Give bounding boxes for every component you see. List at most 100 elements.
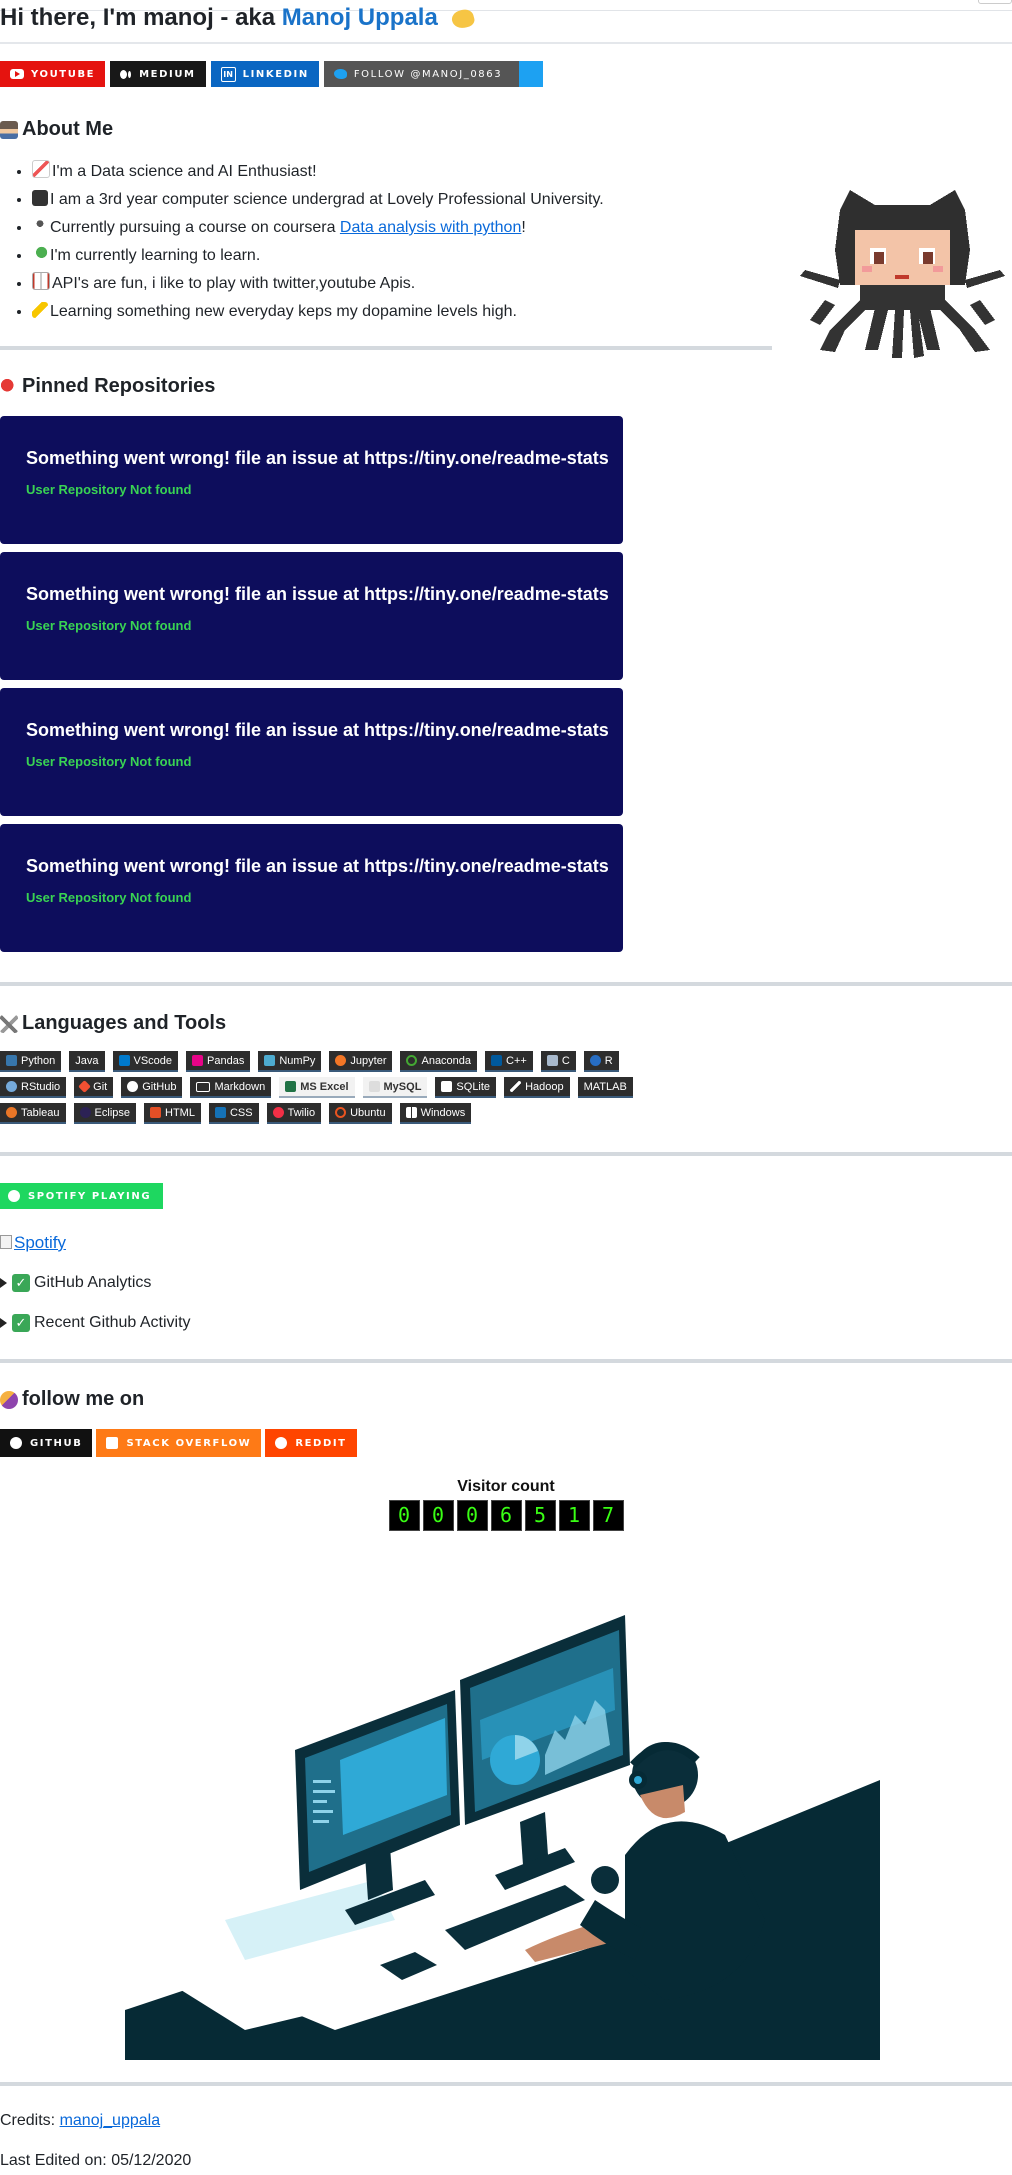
about-item-text: Currently pursuing a course on coursera [50,219,340,236]
follow-badge-label: REDDIT [295,1437,347,1449]
credits-link[interactable]: manoj_uppala [60,2112,161,2129]
greeting-text: Hi there, I'm manoj - aka [0,4,276,31]
github-follow-badge[interactable]: GITHUB [0,1429,93,1457]
pinned-repo-card[interactable]: Something went wrong! file an issue at h… [0,552,623,680]
tool-label: Eclipse [94,1106,131,1119]
medium-badge[interactable]: Medium [110,61,206,87]
section-divider [0,982,1012,986]
tool-label: C [561,1054,570,1067]
chart-increasing-icon [32,160,50,178]
counter-digit: 7 [592,1500,624,1531]
tool-badge-cpp[interactable]: C++ [485,1051,533,1070]
tool-badge-mysql[interactable]: MySQL [362,1077,428,1096]
tool-badge-css[interactable]: CSS [208,1103,259,1122]
pixel-octocat-image [800,190,1005,358]
linkedin-badge[interactable]: in LinkedIn [210,61,319,87]
tool-badge-ms-excel[interactable]: MS Excel [279,1077,355,1096]
tool-badge-jupyter[interactable]: Jupyter [329,1051,393,1070]
twitter-follow-badge[interactable]: Follow @manoj_0863 [323,61,544,87]
windows-icon [405,1107,417,1118]
tool-label: CSS [229,1106,253,1119]
tool-badge-markdown[interactable]: Markdown [190,1077,272,1096]
follow-badge-label: STACK OVERFLOW [126,1437,252,1449]
list-item: API's are fun, i like to play with twitt… [32,270,604,298]
check-mark-icon: ✓ [12,1274,30,1292]
git-icon [78,1080,92,1093]
about-heading-text: About Me [22,118,114,140]
tool-badge-eclipse[interactable]: Eclipse [73,1103,137,1122]
tool-badge-git[interactable]: Git [74,1077,114,1096]
youtube-icon [10,69,24,79]
github-analytics-toggle[interactable]: ✓ GitHub Analytics [0,1274,151,1292]
mysql-icon [368,1081,380,1092]
last-edited-text: Last Edited on: 05/12/2020 [0,2152,192,2169]
youtube-badge[interactable]: YouTube [0,61,106,87]
tool-badge-twilio[interactable]: Twilio [266,1103,322,1122]
github-icon [10,1437,22,1449]
pinned-repo-card[interactable]: Something went wrong! file an issue at h… [0,824,623,952]
waving-hand-icon [450,7,477,31]
surfer-icon [0,1390,18,1409]
follow-heading-text: follow me on [22,1388,145,1410]
medium-icon [120,69,132,79]
tool-badge-rstudio[interactable]: RStudio [0,1077,67,1096]
tool-badge-numpy[interactable]: NumPy [258,1051,322,1070]
tool-label: MS Excel [300,1080,349,1093]
spotify-image[interactable]: Spotify [0,1233,66,1253]
tool-badge-github[interactable]: GitHub [121,1077,183,1096]
spotify-image-link[interactable]: Spotify [14,1233,66,1252]
broken-image-icon [0,1235,12,1249]
name-link[interactable]: Manoj Uppala [282,4,438,31]
visitor-count-label: Visitor count [457,1478,555,1495]
coursera-course-link[interactable]: Data analysis with python [340,219,521,236]
tool-label: SQLite [456,1080,491,1093]
reddit-follow-badge[interactable]: REDDIT [265,1429,357,1457]
tool-label: Java [75,1054,99,1067]
visitor-count-digits: 0 0 0 6 5 1 7 [0,1500,1012,1531]
hadoop-icon [510,1081,522,1092]
repo-card-error-detail: User Repository Not found [26,618,192,633]
details-summary-label: GitHub Analytics [34,1274,152,1291]
pushpin-icon [0,377,18,396]
tool-label: VScode [133,1054,173,1067]
twilio-icon [272,1107,284,1118]
tool-badge-ubuntu[interactable]: Ubuntu [329,1103,392,1122]
tool-badge-windows[interactable]: Windows [399,1103,472,1122]
technologist-icon [0,120,18,139]
about-item-text: I am a 3rd year computer science undergr… [50,191,604,208]
eclipse-icon [79,1107,91,1118]
tool-label: Jupyter [350,1054,387,1067]
section-divider [0,1152,1012,1156]
tool-badge-sqlite[interactable]: SQLite [435,1077,497,1096]
tool-badge-anaconda[interactable]: Anaconda [400,1051,478,1070]
pandas-icon [192,1055,204,1066]
tools-heading: Languages and Tools [0,1012,226,1035]
tool-badge-tableau[interactable]: Tableau [0,1103,66,1122]
tool-badge-c[interactable]: C [540,1051,576,1070]
tool-label: Windows [420,1106,466,1119]
tool-badge-r[interactable]: R [583,1051,619,1070]
counter-digit: 0 [456,1500,488,1531]
tool-badge-pandas[interactable]: Pandas [186,1051,251,1070]
tool-label: Anaconda [421,1054,472,1067]
disclosure-triangle-icon [0,1318,7,1328]
counter-digit: 6 [490,1500,522,1531]
about-item-text: I'm currently learning to learn. [50,247,261,264]
tool-badge-vscode[interactable]: VScode [112,1051,179,1070]
check-mark-icon: ✓ [12,1314,30,1332]
tool-label: Tableau [21,1106,60,1119]
pinned-repo-card[interactable]: Something went wrong! file an issue at h… [0,416,623,544]
css3-icon [214,1107,226,1118]
stackoverflow-follow-badge[interactable]: STACK OVERFLOW [96,1429,262,1457]
tool-badge-python[interactable]: Python [0,1051,62,1070]
tool-badge-matlab[interactable]: MATLAB [577,1077,633,1096]
tool-badge-html[interactable]: HTML [144,1103,201,1122]
spotify-playing-badge[interactable]: SPOTIFY PLAYING [0,1183,164,1209]
recent-activity-toggle[interactable]: ✓ Recent Github Activity [0,1314,191,1332]
rstudio-icon [6,1081,17,1092]
tool-badge-java[interactable]: Java [69,1051,105,1070]
repo-card-error-detail: User Repository Not found [26,754,192,769]
section-divider [0,2082,1012,2086]
tool-badge-hadoop[interactable]: Hadoop [504,1077,570,1096]
pinned-repo-card[interactable]: Something went wrong! file an issue at h… [0,688,623,816]
